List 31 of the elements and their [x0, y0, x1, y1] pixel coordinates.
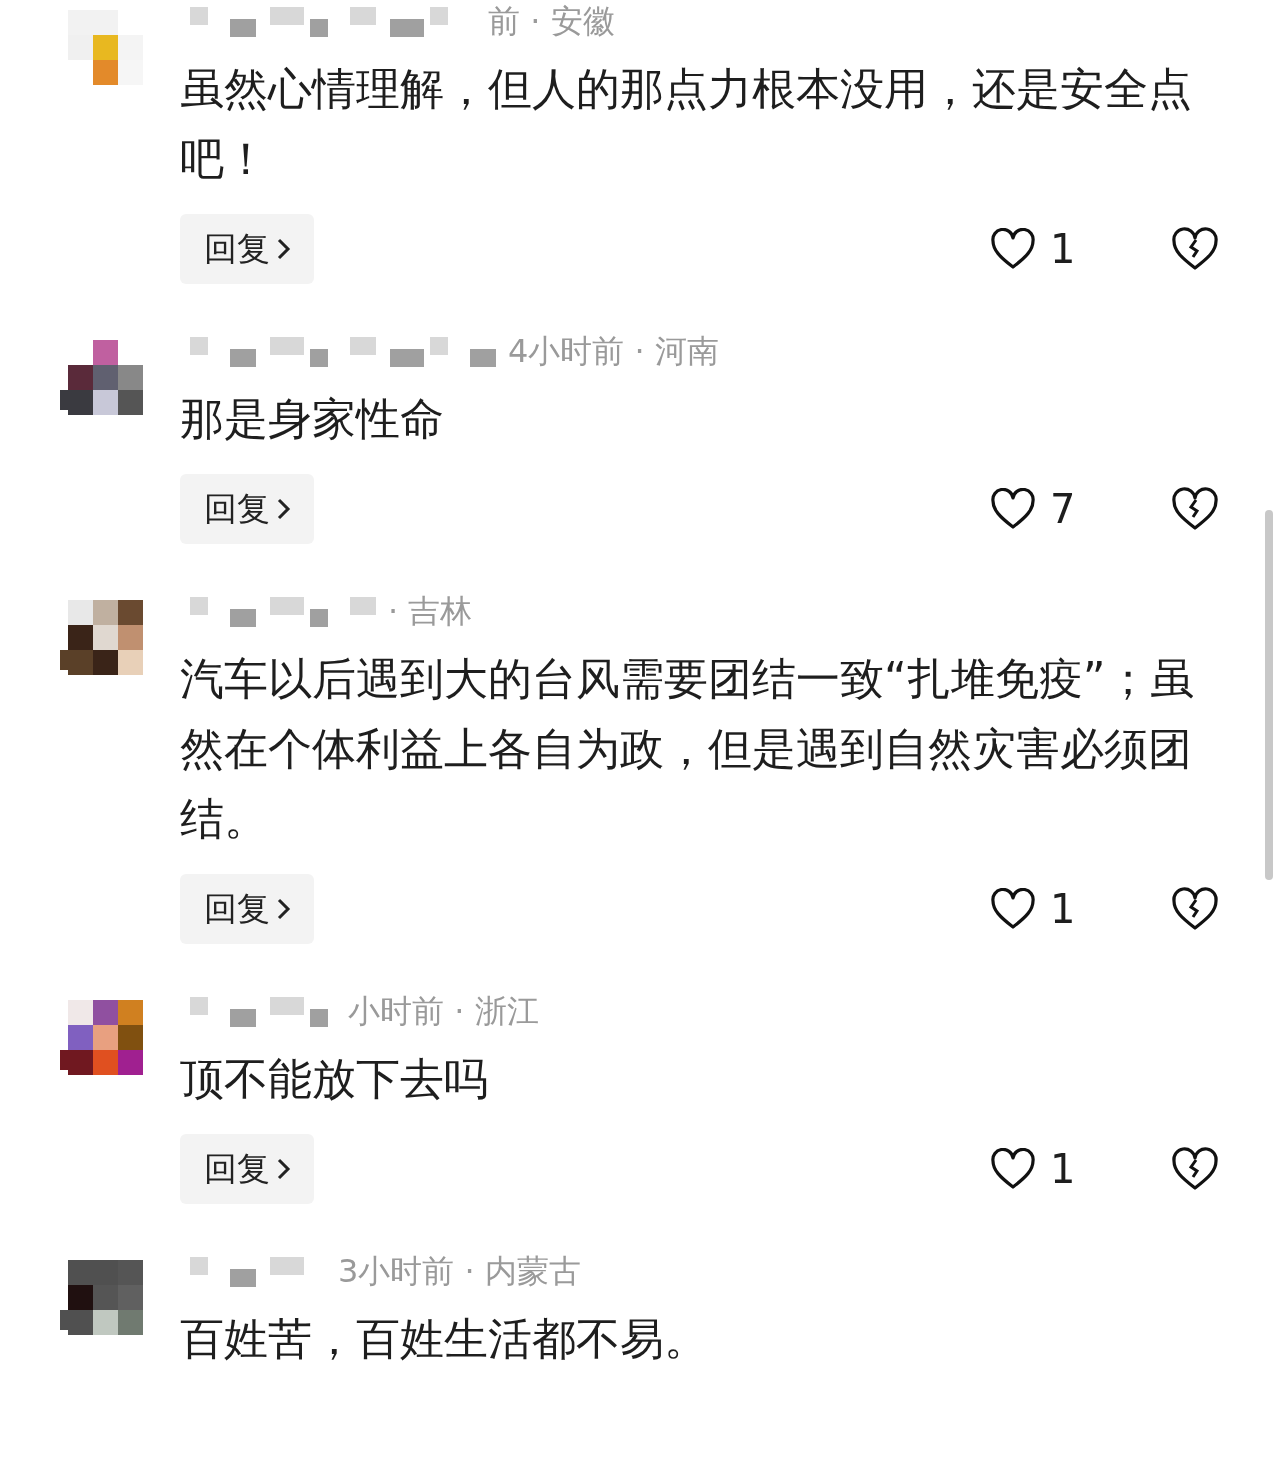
- comment-text: 虽然心情理解，但人的那点力根本没用，还是安全点吧！: [180, 62, 1193, 186]
- reply-button[interactable]: 回复: [180, 474, 314, 544]
- reply-button[interactable]: 回复: [180, 874, 314, 944]
- comment-text: 顶不能放下去吗: [180, 1052, 489, 1106]
- comment-text: 百姓苦，百姓生活都不易。: [180, 1312, 709, 1366]
- like-button[interactable]: 1: [990, 226, 1170, 272]
- comment-meta: 小时前 · 浙江: [348, 991, 539, 1032]
- heart-icon: [990, 1148, 1036, 1190]
- comment-text: 那是身家性命: [180, 392, 445, 446]
- chevron-icon: [276, 497, 292, 521]
- heart-icon: [990, 488, 1036, 530]
- broken-heart-icon[interactable]: [1170, 226, 1220, 272]
- heart-icon: [990, 228, 1036, 270]
- like-button[interactable]: 7: [990, 486, 1170, 532]
- comment-text: 汽车以后遇到大的台风需要团结一致“扎堆免疫”；虽然在个体利益上各自为政，但是遇到自然灾害必须团结。: [180, 652, 1195, 846]
- chevron-icon: [276, 897, 292, 921]
- like-button[interactable]: 1: [990, 1146, 1170, 1192]
- comment-meta: 3小时前 · 内蒙古: [338, 1251, 581, 1292]
- reply-button[interactable]: 回复: [180, 1134, 314, 1204]
- chevron-icon: [276, 1157, 292, 1181]
- comment-meta: · 吉林: [388, 591, 473, 632]
- scrollbar[interactable]: [1265, 510, 1273, 880]
- broken-heart-icon[interactable]: [1170, 486, 1220, 532]
- reply-button[interactable]: 回复: [180, 214, 314, 284]
- like-button[interactable]: 1: [990, 886, 1170, 932]
- comment-meta: 前 · 安徽: [488, 1, 615, 42]
- comment-meta: 4小时前 · 河南: [508, 331, 719, 372]
- heart-icon: [990, 888, 1036, 930]
- chevron-icon: [276, 237, 292, 261]
- broken-heart-icon[interactable]: [1170, 886, 1220, 932]
- broken-heart-icon[interactable]: [1170, 1146, 1220, 1192]
